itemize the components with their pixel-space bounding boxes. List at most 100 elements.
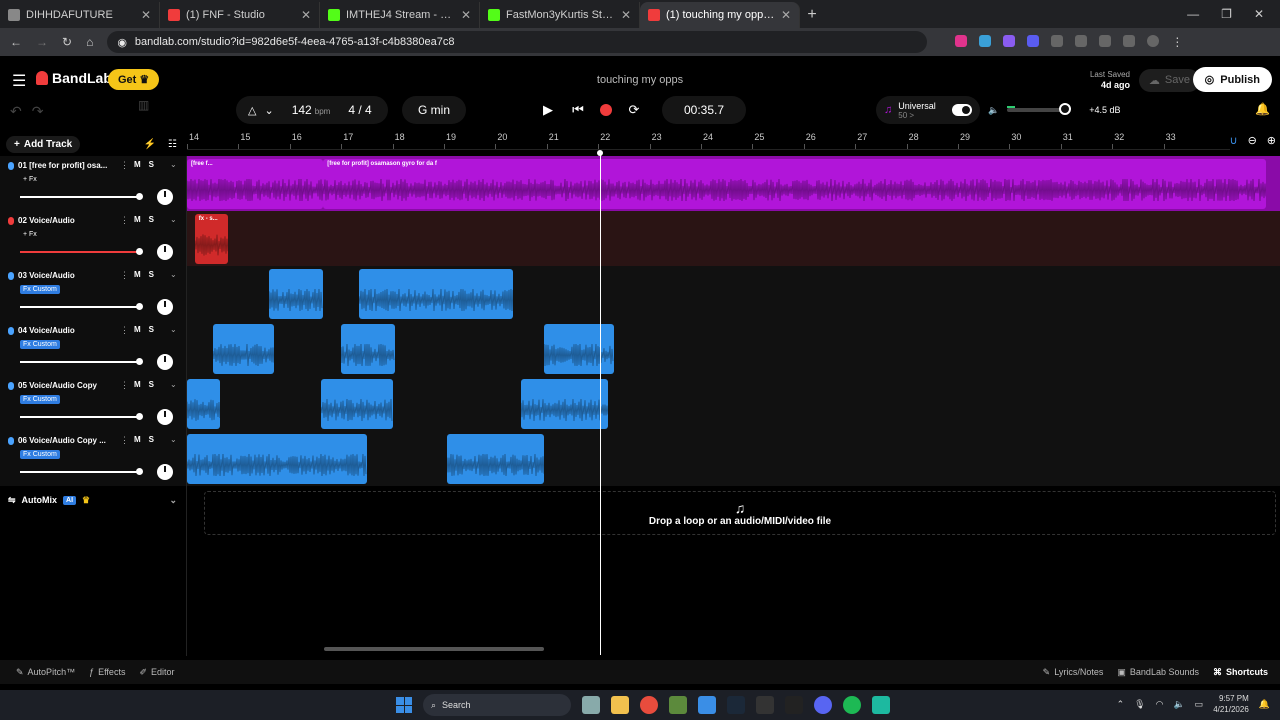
back-icon[interactable]: ←: [10, 35, 22, 49]
browser-tab-1[interactable]: DIHHDAFUTURE ✕: [0, 2, 160, 28]
drop-zone[interactable]: ♫ Drop a loop or an audio/MIDI/video fil…: [204, 491, 1276, 535]
project-title[interactable]: touching my opps: [0, 74, 1280, 86]
track-header[interactable]: 04 Voice/Audio Fx Custom ⋮ M S ⌄: [0, 321, 187, 376]
chevron-down-icon[interactable]: ⌄: [170, 215, 177, 224]
track-fx-button[interactable]: + Fx: [20, 175, 40, 184]
zoom-out-icon[interactable]: ⊖: [1248, 134, 1257, 147]
track-lane[interactable]: [187, 266, 1280, 321]
track-fx-button[interactable]: Fx Custom: [20, 340, 60, 349]
publish-button[interactable]: ◎ Publish: [1192, 67, 1272, 92]
horizontal-scrollbar[interactable]: [324, 647, 544, 651]
key-selector[interactable]: G min: [402, 96, 466, 124]
slider-handle[interactable]: [136, 303, 143, 310]
track-fx-button[interactable]: Fx Custom: [20, 395, 60, 404]
track-fx-button[interactable]: Fx Custom: [20, 285, 60, 294]
solo-button[interactable]: S: [149, 325, 154, 334]
slider-handle[interactable]: [136, 248, 143, 255]
effects-button[interactable]: ƒ Effects: [89, 667, 125, 678]
photos-icon[interactable]: [698, 696, 716, 714]
master-volume-slider[interactable]: [1007, 103, 1072, 115]
track-fx-button[interactable]: + Fx: [20, 230, 40, 239]
chevron-down-icon[interactable]: ⌄: [170, 270, 177, 279]
timeline-ruler[interactable]: 33 32 31 30 29 28 27 26 25 24 23 22 21 20 19 18 17 16 15 14…: [187, 130, 1280, 150]
slider-handle[interactable]: [136, 468, 143, 475]
steam-icon[interactable]: [727, 696, 745, 714]
track-name[interactable]: 04 Voice/Audio: [8, 326, 118, 335]
track-lane[interactable]: [187, 376, 1280, 431]
pan-knob[interactable]: [157, 354, 173, 370]
extension-icon[interactable]: [1075, 35, 1088, 47]
track-lane[interactable]: fx - s...: [187, 211, 1280, 266]
universal-mode[interactable]: ♫ Universal 50 >: [876, 96, 980, 124]
extension-icon[interactable]: [1027, 35, 1040, 47]
taskbar-search[interactable]: ⌕ Search: [423, 694, 571, 716]
play-icon[interactable]: ▶: [540, 102, 556, 118]
battery-icon[interactable]: ▭: [1195, 699, 1204, 710]
settings-app-icon[interactable]: [582, 696, 600, 714]
discord-icon[interactable]: [814, 696, 832, 714]
track-lane[interactable]: [187, 431, 1280, 486]
audio-clip[interactable]: [544, 324, 614, 374]
app-icon[interactable]: [872, 696, 890, 714]
extension-icon[interactable]: [1123, 35, 1136, 47]
track-header[interactable]: 06 Voice/Audio Copy ... Fx Custom ⋮ M S ⌄: [0, 431, 187, 486]
add-track-button[interactable]: + Add Track: [6, 135, 81, 153]
record-icon[interactable]: [600, 104, 612, 116]
chrome-icon[interactable]: [640, 696, 658, 714]
puzzle-icon[interactable]: [1051, 35, 1064, 47]
mute-button[interactable]: M: [134, 325, 141, 334]
track-volume-slider[interactable]: [20, 413, 143, 420]
speaker-icon[interactable]: 🔈: [988, 105, 999, 116]
audio-clip[interactable]: [446, 434, 545, 484]
time-signature[interactable]: 4 / 4: [348, 103, 371, 117]
track-name[interactable]: 03 Voice/Audio: [8, 271, 118, 280]
loop-icon[interactable]: ⟳: [626, 102, 642, 118]
reload-icon[interactable]: ↻: [62, 35, 72, 49]
minecraft-icon[interactable]: [669, 696, 687, 714]
track-name[interactable]: 06 Voice/Audio Copy ...: [8, 436, 118, 445]
close-icon[interactable]: ✕: [301, 8, 311, 22]
menu-dots-icon[interactable]: ⋮: [1171, 35, 1183, 49]
new-tab-button[interactable]: +: [800, 2, 824, 28]
track-options-icon[interactable]: ⋮: [120, 435, 129, 446]
automix-row[interactable]: ⇋ AutoMix AI ♛ ⌄: [0, 490, 187, 510]
solo-button[interactable]: S: [149, 435, 154, 444]
metronome-dropdown-icon[interactable]: ⌄: [264, 104, 273, 117]
track-header[interactable]: 03 Voice/Audio Fx Custom ⋮ M S ⌄: [0, 266, 187, 321]
mixer-icon[interactable]: ☷: [168, 139, 177, 150]
solo-button[interactable]: S: [149, 160, 154, 169]
mute-button[interactable]: M: [134, 215, 141, 224]
audio-clip[interactable]: [212, 324, 275, 374]
bpm-field[interactable]: 142 bpm: [292, 103, 331, 117]
pan-knob[interactable]: [157, 299, 173, 315]
close-icon[interactable]: ✕: [461, 8, 471, 22]
undo-icon[interactable]: ↶: [10, 103, 22, 120]
shortcuts-button[interactable]: ⌘ Shortcuts: [1213, 667, 1268, 678]
solo-button[interactable]: S: [149, 270, 154, 279]
browser-tab-5[interactable]: (1) touching my opps - Stu ✕: [640, 2, 800, 28]
playhead[interactable]: [600, 153, 601, 655]
zoom-in-icon[interactable]: ⊕: [1267, 134, 1276, 147]
chevron-down-icon[interactable]: ⌄: [169, 495, 187, 506]
pan-knob[interactable]: [157, 409, 173, 425]
minimize-icon[interactable]: —: [1187, 7, 1199, 21]
slider-handle[interactable]: [136, 358, 143, 365]
notification-icon[interactable]: 🔔: [1259, 699, 1270, 710]
browser-tab-4[interactable]: FastMon3yKurtis Stream - Watc ✕: [480, 2, 640, 28]
extension-icon[interactable]: [1099, 35, 1112, 47]
track-options-icon[interactable]: ⋮: [120, 160, 129, 171]
profile-avatar-icon[interactable]: [1147, 35, 1160, 47]
track-fx-button[interactable]: Fx Custom: [20, 450, 60, 459]
forward-icon[interactable]: →: [36, 35, 48, 49]
game-app-icon[interactable]: [785, 696, 803, 714]
audio-clip[interactable]: [269, 269, 324, 319]
epic-games-icon[interactable]: [756, 696, 774, 714]
track-volume-slider[interactable]: [20, 193, 143, 200]
mute-button[interactable]: M: [134, 160, 141, 169]
lyrics-notes-button[interactable]: ✎ Lyrics/Notes: [1043, 667, 1104, 678]
track-header[interactable]: 02 Voice/Audio + Fx ⋮ M S ⌄: [0, 211, 187, 266]
audio-clip[interactable]: fx - s...: [194, 214, 229, 264]
track-volume-slider[interactable]: [20, 468, 143, 475]
windows-start-icon[interactable]: [396, 697, 412, 713]
close-icon[interactable]: ✕: [141, 8, 151, 22]
